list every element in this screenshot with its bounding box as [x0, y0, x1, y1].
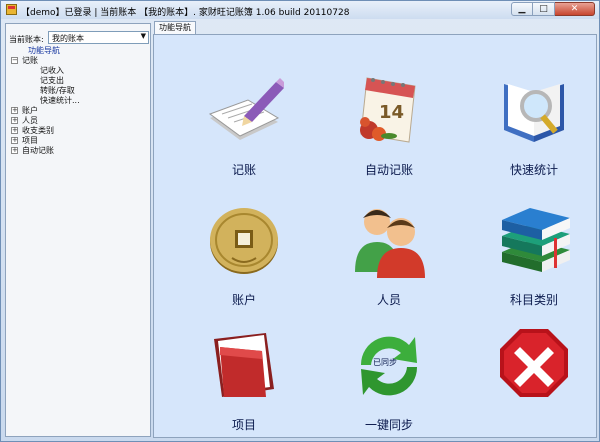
tile-label: 快速统计: [509, 163, 558, 177]
tile-ledger[interactable]: 记账: [184, 70, 304, 180]
calendar-day: 14: [379, 102, 404, 123]
account-label: 当前账本:: [9, 35, 44, 44]
account-select[interactable]: 我的账本 ▼: [48, 31, 149, 44]
tree-item-transfer[interactable]: 转账/存取: [10, 86, 150, 96]
tile-projects[interactable]: 项目: [184, 325, 304, 435]
window-title: 【demo】已登录 | 当前账本 【我的账本】. 家财旺记账簿 1.06 bui…: [21, 8, 350, 18]
exit-stop-icon: [500, 329, 568, 397]
minimize-button[interactable]: ▁: [511, 2, 533, 16]
tile-label: 科目类别: [509, 293, 558, 307]
tile-sync[interactable]: 已同步 一键同步: [329, 325, 449, 435]
tile-label: 一键同步: [364, 418, 413, 432]
pencil-paper-icon: [208, 78, 284, 140]
sync-arrows-icon: 已同步: [360, 336, 418, 396]
books-icon: [502, 208, 570, 272]
tab-function-nav[interactable]: 功能导航: [154, 21, 196, 35]
sync-status-badge: 已同步: [373, 358, 397, 367]
tile-accounts[interactable]: 账户: [184, 200, 304, 310]
folder-icon: [214, 333, 274, 397]
tile-label: 记账: [231, 163, 256, 177]
expand-icon[interactable]: +: [11, 117, 18, 124]
tree-item-ledger[interactable]: − 记账: [10, 56, 150, 66]
tree-item-income[interactable]: 记收入: [10, 66, 150, 76]
maximize-button[interactable]: □: [533, 2, 555, 16]
title-bar[interactable]: 【demo】已登录 | 当前账本 【我的账本】. 家财旺记账簿 1.06 bui…: [1, 1, 599, 19]
chevron-down-icon: ▼: [140, 32, 146, 40]
tile-categories[interactable]: 科目类别: [474, 200, 594, 310]
tile-label: 账户: [231, 293, 256, 307]
app-icon: [6, 4, 17, 15]
minimize-icon: ▁: [518, 4, 526, 14]
tree-item-accounts[interactable]: + 账户: [10, 106, 150, 116]
nav-tree: 功能导航 − 记账 记收入 记支出 转账/存取 快速统计... + 账户 + 人…: [10, 46, 150, 156]
people-icon: [355, 209, 425, 278]
expand-icon[interactable]: +: [11, 147, 18, 154]
tree-item-nav[interactable]: 功能导航: [10, 46, 150, 56]
tile-label: 项目: [231, 418, 256, 432]
tile-label: 自动记账: [364, 163, 413, 177]
coin-icon: [210, 208, 278, 274]
tile-quick-stats[interactable]: 快速统计: [474, 70, 594, 180]
calendar-icon: 14: [360, 77, 416, 143]
tile-label: 人员: [376, 293, 401, 307]
expand-icon[interactable]: +: [11, 137, 18, 144]
magnifier-book-icon: [504, 84, 564, 142]
app-window: 【demo】已登录 | 当前账本 【我的账本】. 家财旺记账簿 1.06 bui…: [0, 0, 600, 442]
collapse-icon[interactable]: −: [11, 57, 18, 64]
tile-people[interactable]: 人员: [329, 200, 449, 310]
tree-item-projects[interactable]: + 项目: [10, 136, 150, 146]
close-icon: ✕: [570, 4, 579, 14]
tree-item-auto-ledger[interactable]: + 自动记账: [10, 146, 150, 156]
expand-icon[interactable]: +: [11, 127, 18, 134]
tab-bar: 功能导航: [153, 21, 598, 35]
tile-auto-ledger[interactable]: 14 自动记账: [329, 70, 449, 180]
expand-icon[interactable]: +: [11, 107, 18, 114]
tree-item-quick-stats[interactable]: 快速统计...: [10, 96, 150, 106]
tree-item-expense[interactable]: 记支出: [10, 76, 150, 86]
tile-exit[interactable]: [474, 325, 594, 435]
account-select-value: 我的账本: [52, 34, 84, 43]
maximize-icon: □: [539, 4, 548, 14]
function-grid: 记账 14 自动记账 快速统计 账户 人员 科目类别 项目 已同步 一键同步: [153, 34, 597, 438]
close-button[interactable]: ✕: [555, 2, 595, 16]
tree-item-categories[interactable]: + 收支类别: [10, 126, 150, 136]
tree-item-people[interactable]: + 人员: [10, 116, 150, 126]
navigation-panel: 当前账本: 我的账本 ▼ 功能导航 − 记账 记收入 记支出 转账/存取 快速统…: [5, 23, 151, 437]
